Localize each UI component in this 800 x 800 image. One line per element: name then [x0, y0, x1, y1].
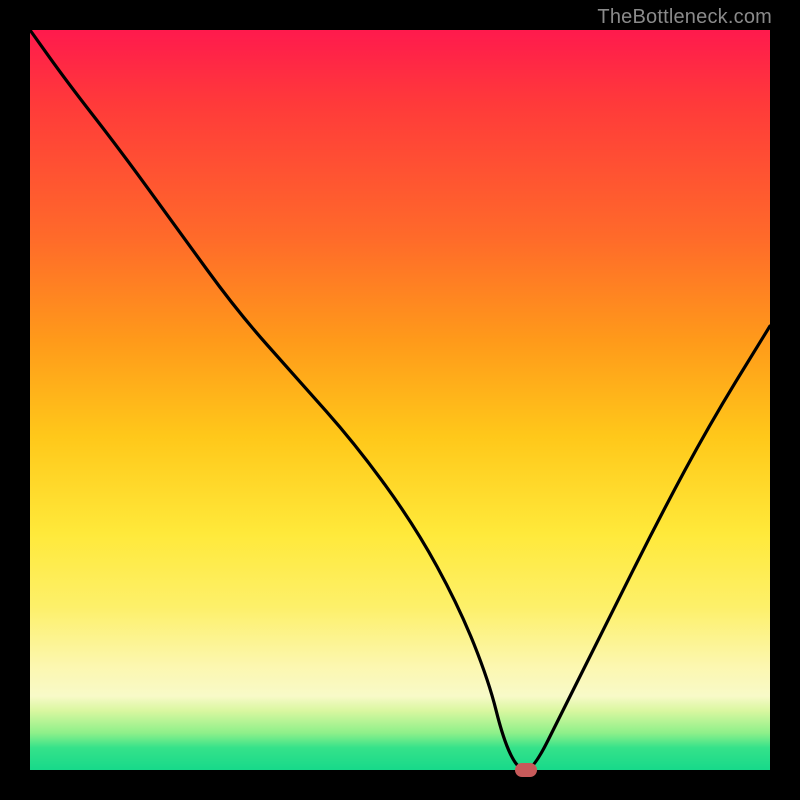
- optimal-marker: [515, 763, 537, 777]
- plot-area: [30, 30, 770, 770]
- chart-frame: TheBottleneck.com: [0, 0, 800, 800]
- bottleneck-curve: [30, 30, 770, 770]
- watermark-text: TheBottleneck.com: [597, 6, 772, 29]
